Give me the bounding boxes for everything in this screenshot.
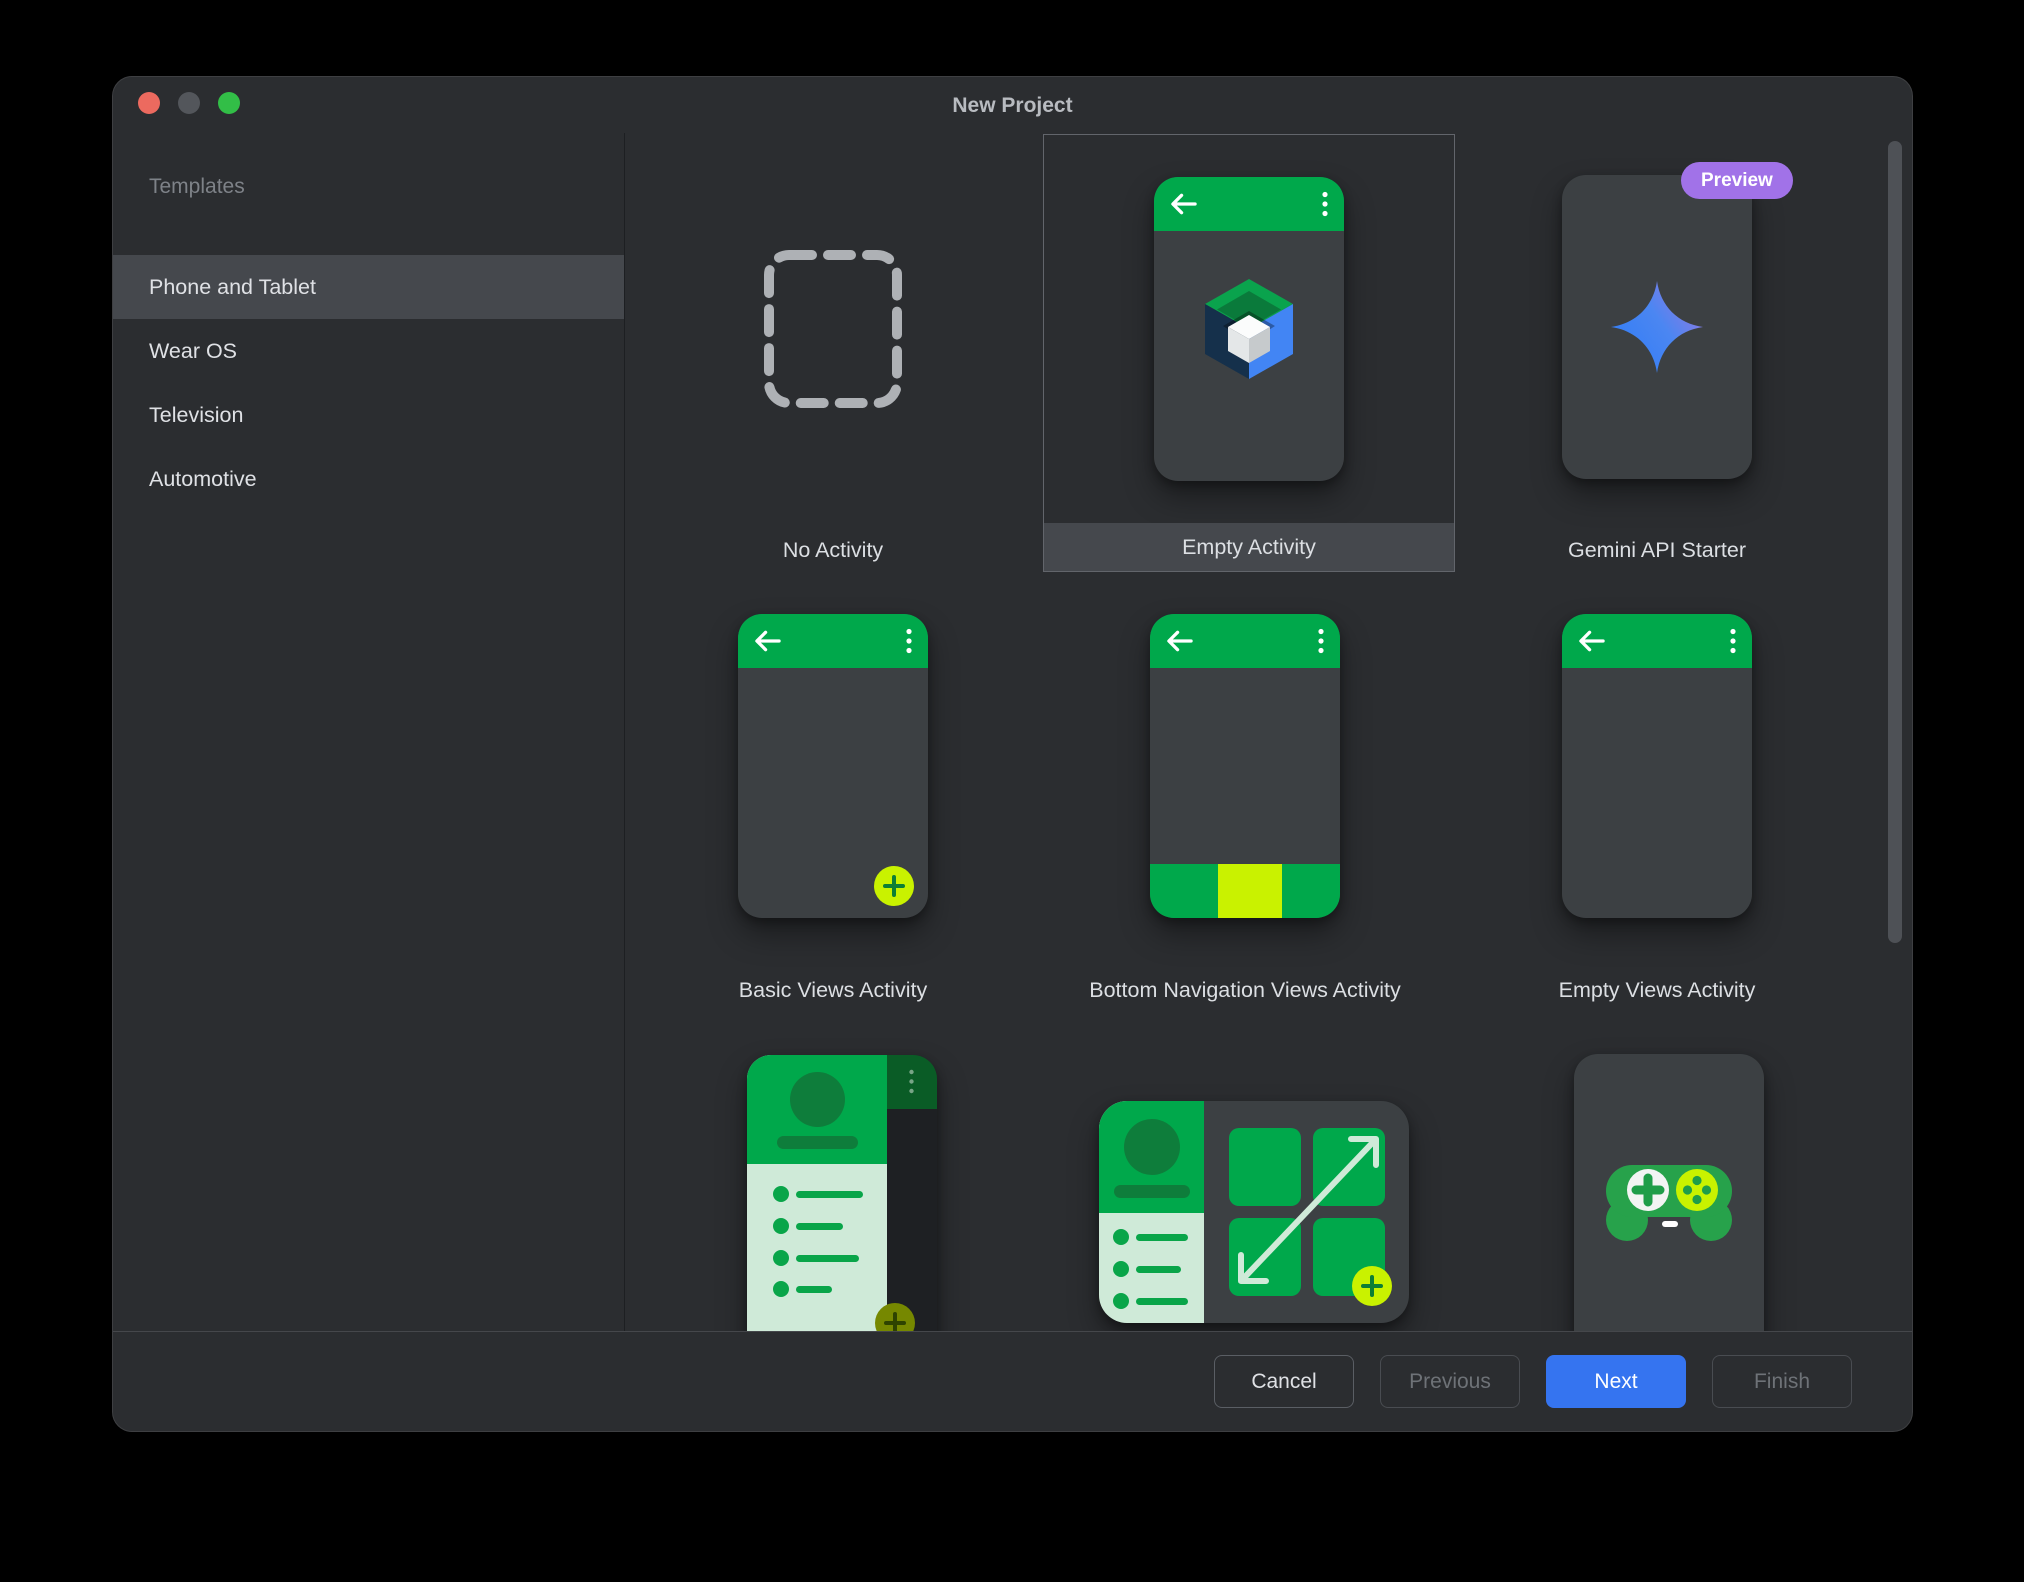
basic-views-phone-mock [738,614,928,918]
dialog-footer: Cancel Previous Next Finish [113,1332,1912,1431]
kebab-menu-icon [1318,628,1324,654]
jetpack-compose-icon [1201,277,1297,381]
navigation-drawer [747,1055,887,1332]
scrollbar [1888,141,1902,943]
templates-sidebar: Templates Phone and Tablet Wear OS Telev… [113,133,624,1332]
next-button[interactable]: Next [1546,1355,1686,1408]
selected-label-bar: Empty Activity [1044,523,1454,571]
sidebar-item-automotive[interactable]: Automotive [113,447,624,511]
appbar [1562,614,1752,668]
sidebar-item-phone-and-tablet[interactable]: Phone and Tablet [113,255,624,319]
game-controller-icon [1604,1159,1734,1243]
template-label: Basic Views Activity [739,978,927,1003]
back-arrow-icon [754,630,781,652]
templates-header: Templates [149,175,245,199]
back-arrow-icon [1170,193,1197,215]
template-label: Empty Activity [1182,535,1316,560]
fab-plus-icon [874,866,914,906]
template-label: Gemini API Starter [1568,538,1746,563]
sidebar-item-wear-os[interactable]: Wear OS [113,319,624,383]
title-bar: New Project [113,77,1912,133]
tablet-mock [1099,1101,1409,1323]
nav-drawer-phone-mock [747,1055,937,1332]
drawer-header [747,1055,887,1164]
cancel-button[interactable]: Cancel [1214,1355,1354,1408]
gemini-phone-mock [1562,175,1752,479]
back-arrow-icon [1578,630,1605,652]
scrollbar-thumb[interactable] [1888,141,1902,943]
bottom-nav-phone-mock [1150,614,1340,918]
sidebar-item-label: Automotive [149,467,257,492]
sidebar-item-television[interactable]: Television [113,383,624,447]
kebab-menu-icon [1322,191,1328,217]
bottom-nav-bar [1150,864,1340,918]
appbar [1154,177,1344,231]
new-project-dialog: New Project Templates Phone and Tablet W… [112,76,1913,1432]
finish-button[interactable]: Finish [1712,1355,1852,1408]
game-phone-mock [1574,1054,1764,1332]
fab-plus-icon [1352,1266,1392,1306]
dimmed-appbar [887,1055,937,1109]
template-grid: No Activity [625,133,1912,1332]
template-label: No Activity [783,538,883,563]
name-placeholder-bar [777,1136,858,1149]
template-card-empty-activity[interactable]: Empty Activity [1043,134,1455,572]
template-label: Bottom Navigation Views Activity [1089,978,1401,1003]
previous-button[interactable]: Previous [1380,1355,1520,1408]
kebab-menu-icon [909,1069,914,1095]
empty-views-phone-mock [1562,614,1752,918]
kebab-menu-icon [1730,628,1736,654]
empty-activity-phone-mock [1154,177,1344,481]
appbar [1150,614,1340,668]
template-label: Empty Views Activity [1559,978,1756,1003]
window-title: New Project [113,77,1912,133]
sidebar-item-label: Television [149,403,243,428]
gemini-spark-icon [1609,279,1705,375]
back-arrow-icon [1166,630,1193,652]
avatar [790,1072,845,1127]
preview-badge: Preview [1681,162,1793,199]
appbar [738,614,928,668]
sidebar-item-label: Wear OS [149,339,237,364]
sidebar-item-label: Phone and Tablet [149,275,316,300]
kebab-menu-icon [906,628,912,654]
no-activity-dashed-icon [763,249,903,409]
